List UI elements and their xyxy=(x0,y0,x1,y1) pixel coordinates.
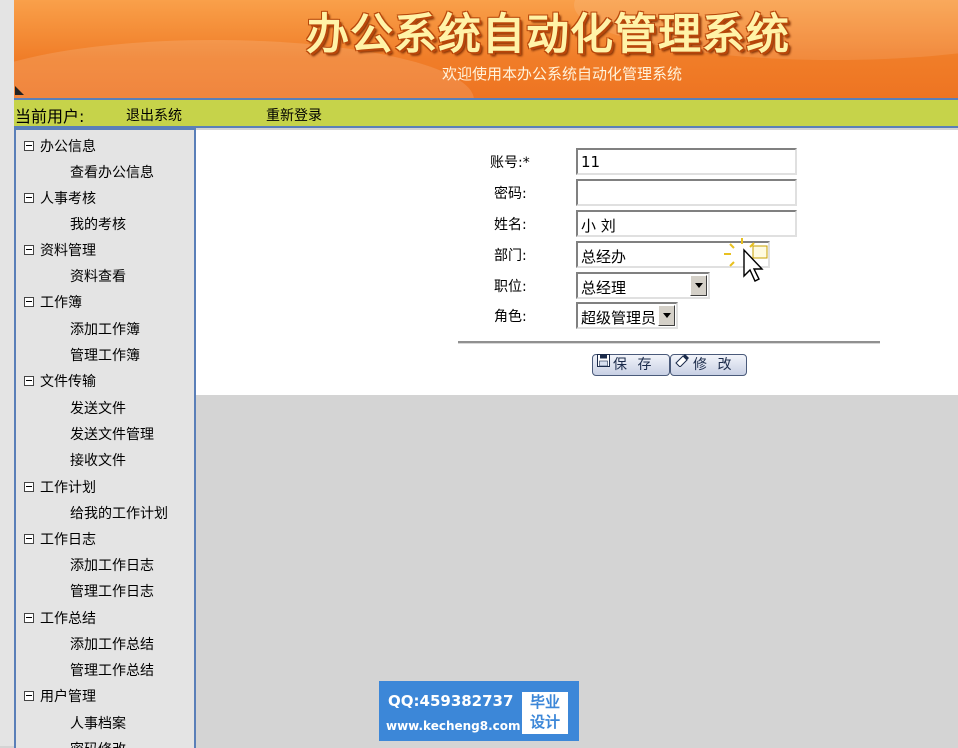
dropdown-arrow-icon[interactable] xyxy=(658,305,675,326)
collapse-icon[interactable] xyxy=(24,613,34,623)
menu-item-change-password[interactable]: 密码修改 xyxy=(70,739,126,748)
menu-item-receive-file[interactable]: 接收文件 xyxy=(70,450,126,470)
floppy-disk-icon xyxy=(597,353,610,373)
position-selected-value: 总经理 xyxy=(581,279,627,297)
role-label: 角色: xyxy=(494,309,527,325)
menu-item-sent-file-manage[interactable]: 发送文件管理 xyxy=(70,424,154,444)
relogin-link[interactable]: 重新登录 xyxy=(266,105,322,125)
menu-item-manage-work-summary[interactable]: 管理工作总结 xyxy=(70,660,154,680)
password-label: 密码: xyxy=(494,186,527,202)
menu-group-materials[interactable]: 资料管理 xyxy=(24,240,96,260)
department-label: 部门: xyxy=(494,248,527,264)
corner-resize-icon xyxy=(15,86,24,95)
left-edge-strip xyxy=(0,0,14,746)
menu-item-add-work-summary[interactable]: 添加工作总结 xyxy=(70,634,154,654)
current-user-label: 当前用户: xyxy=(15,107,85,126)
edit-pencil-icon xyxy=(675,353,690,373)
role-selected-value: 超级管理员 xyxy=(581,309,657,327)
menu-item-manage-work-log[interactable]: 管理工作日志 xyxy=(70,581,154,601)
menu-item-view-office-info[interactable]: 查看办公信息 xyxy=(70,162,154,182)
collapse-icon[interactable] xyxy=(24,141,34,151)
name-input[interactable]: 小 刘 xyxy=(576,210,797,237)
menu-item-personnel-file[interactable]: 人事档案 xyxy=(70,713,126,733)
menu-group-label: 人事考核 xyxy=(40,191,96,207)
collapse-icon[interactable] xyxy=(24,245,34,255)
collapse-icon[interactable] xyxy=(24,297,34,307)
collapse-icon[interactable] xyxy=(24,534,34,544)
position-label: 职位: xyxy=(494,279,527,295)
app-title: 办公系统自动化管理系统 xyxy=(306,10,790,60)
watermark-url: www.kecheng8.com xyxy=(386,719,521,733)
mouse-cursor-icon xyxy=(720,236,776,286)
menu-item-view-materials[interactable]: 资料查看 xyxy=(70,266,126,286)
collapse-icon[interactable] xyxy=(24,376,34,386)
header-banner: 办公系统自动化管理系统 欢迎使用本办公系统自动化管理系统 xyxy=(14,0,958,100)
account-input[interactable]: 11 xyxy=(576,148,797,175)
menu-group-work-summary[interactable]: 工作总结 xyxy=(24,608,96,628)
role-select[interactable]: 超级管理员 xyxy=(576,302,678,329)
watermark-badge-line1: 毕业 xyxy=(529,693,560,711)
edit-button[interactable]: 修 改 xyxy=(670,354,747,376)
user-bar: 当前用户: 退出系统 重新登录 xyxy=(14,100,958,128)
menu-group-label: 工作日志 xyxy=(40,532,96,548)
menu-group-label: 资料管理 xyxy=(40,243,96,259)
menu-group-work-plan[interactable]: 工作计划 xyxy=(24,477,96,497)
save-button[interactable]: 保 存 xyxy=(592,354,670,376)
save-label: 保 存 xyxy=(613,357,655,373)
menu-item-my-assessment[interactable]: 我的考核 xyxy=(70,214,126,234)
menu-group-label: 文件传输 xyxy=(40,374,96,390)
menu-group-file-transfer[interactable]: 文件传输 xyxy=(24,371,96,391)
dropdown-arrow-icon[interactable] xyxy=(690,275,707,296)
watermark-badge-line2: 设计 xyxy=(529,713,560,731)
watermark-badge: 毕业 设计 xyxy=(522,692,568,734)
password-input[interactable] xyxy=(576,179,797,206)
menu-group-hr-assessment[interactable]: 人事考核 xyxy=(24,188,96,208)
edit-label: 修 改 xyxy=(693,357,735,373)
menu-group-label: 工作总结 xyxy=(40,611,96,627)
welcome-subtitle: 欢迎使用本办公系统自动化管理系统 xyxy=(442,65,683,83)
menu-group-label: 工作计划 xyxy=(40,480,96,496)
logout-link[interactable]: 退出系统 xyxy=(126,105,182,125)
collapse-icon[interactable] xyxy=(24,691,34,701)
name-label: 姓名: xyxy=(494,217,527,233)
menu-group-label: 用户管理 xyxy=(40,689,96,705)
collapse-icon[interactable] xyxy=(24,482,34,492)
collapse-icon[interactable] xyxy=(24,193,34,203)
menu-group-user-manage[interactable]: 用户管理 xyxy=(24,686,96,706)
menu-group-workbook[interactable]: 工作簿 xyxy=(24,292,82,312)
position-select[interactable]: 总经理 xyxy=(576,272,710,299)
menu-group-office-info[interactable]: 办公信息 xyxy=(24,136,96,156)
watermark-banner: QQ:459382737 www.kecheng8.com 毕业 设计 xyxy=(379,681,579,741)
watermark-qq: QQ:459382737 xyxy=(388,692,514,710)
sidebar-menu: 办公信息 查看办公信息 人事考核 我的考核 资料管理 资料查看 工作簿 添加工作… xyxy=(14,128,196,748)
menu-item-manage-workbook[interactable]: 管理工作簿 xyxy=(70,345,140,365)
menu-group-label: 办公信息 xyxy=(40,139,96,155)
menu-item-send-file[interactable]: 发送文件 xyxy=(70,398,126,418)
account-label: 账号:* xyxy=(490,155,530,171)
menu-item-add-workbook[interactable]: 添加工作簿 xyxy=(70,319,140,339)
menu-item-add-work-log[interactable]: 添加工作日志 xyxy=(70,555,154,575)
menu-group-work-log[interactable]: 工作日志 xyxy=(24,529,96,549)
form-divider xyxy=(458,341,880,344)
menu-item-my-work-plan[interactable]: 给我的工作计划 xyxy=(70,503,168,523)
menu-group-label: 工作簿 xyxy=(40,295,82,311)
